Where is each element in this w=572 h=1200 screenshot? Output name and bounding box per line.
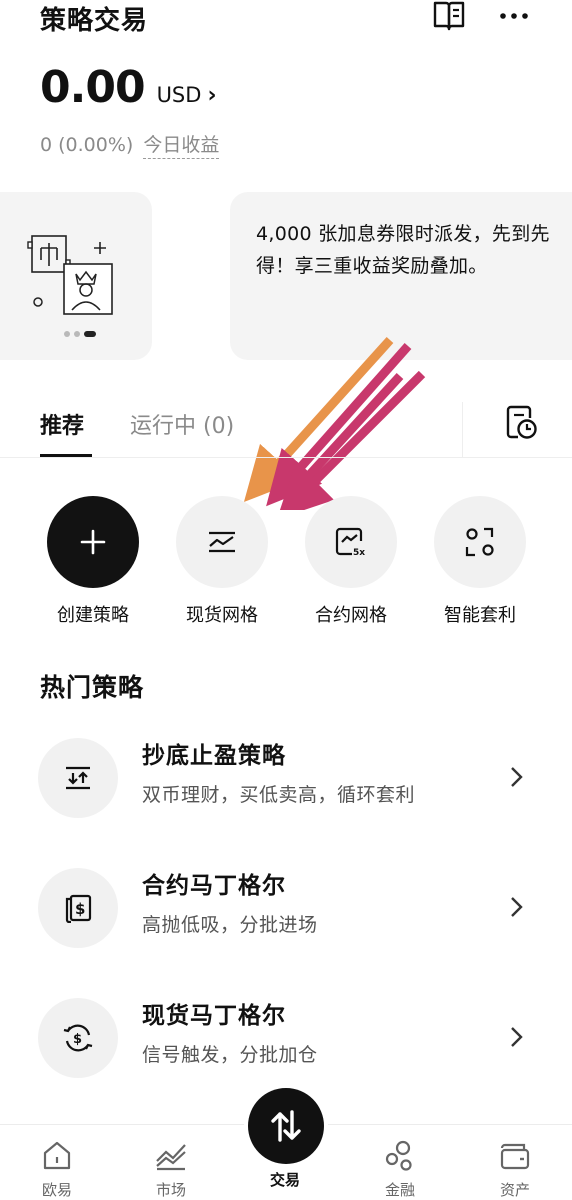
nav-item-home[interactable]: 欧易 (17, 1139, 97, 1200)
svg-text:$: $ (75, 900, 85, 918)
spot-martingale-icon: $ (63, 1024, 93, 1052)
home-icon (43, 1141, 71, 1170)
nav-label: 欧易 (41, 1181, 72, 1199)
promo-banner-card[interactable]: 4,000 张加息券限时派发，先到先得！享三重收益奖励叠加。 (230, 192, 572, 360)
spot-grid-button[interactable]: 现货网格 (176, 496, 268, 626)
svg-text:$: $ (73, 1032, 82, 1047)
chevron-right-icon: › (207, 83, 217, 108)
carousel-indicator (64, 331, 96, 337)
carousel-dot (74, 331, 80, 337)
strategy-desc: 信号触发，分批加仓 (142, 1044, 318, 1066)
active-tab-indicator (40, 454, 92, 457)
book-icon[interactable] (432, 0, 466, 32)
nav-item-market[interactable]: 市场 (131, 1139, 211, 1200)
nav-item-assets[interactable]: 资产 (475, 1139, 555, 1200)
strategy-desc: 双币理财，买低卖高，循环套利 (142, 784, 416, 806)
header: 策略交易 (0, 0, 572, 40)
futures-grid-label: 合约网格 (315, 605, 387, 626)
tab-recommended[interactable]: 推荐 (40, 408, 84, 440)
nav-label: 资产 (499, 1181, 530, 1199)
futures-grid-icon: 5x (335, 527, 365, 558)
tabs-divider (462, 402, 463, 458)
spot-grid-icon (209, 531, 235, 553)
balance-summary[interactable]: 0.00 USD › (40, 62, 217, 113)
create-strategy-circle (47, 496, 139, 588)
tab-running[interactable]: 运行中 (0) (130, 408, 234, 440)
strategy-name: 现货马丁格尔 (142, 1003, 286, 1029)
daily-pnl: 0 (0.00%) 今日收益 (40, 130, 220, 159)
promo-banner-text: 4,000 张加息券限时派发，先到先得！享三重收益奖励叠加。 (256, 223, 550, 277)
create-strategy-button[interactable]: 创建策略 (47, 496, 139, 626)
pnl-label[interactable]: 今日收益 (143, 134, 220, 159)
carousel-dot (64, 331, 70, 337)
arbitrage-circle (434, 496, 526, 588)
nav-item-finance[interactable]: 金融 (360, 1139, 440, 1200)
trade-fab-button[interactable] (248, 1088, 324, 1164)
spot-grid-label: 现货网格 (186, 605, 258, 626)
chevron-right-icon (511, 897, 523, 917)
nav-label: 交易 (269, 1171, 300, 1189)
more-icon[interactable] (498, 2, 530, 30)
plus-icon (80, 529, 106, 555)
futures-grid-button[interactable]: 5x 合约网格 (305, 496, 397, 626)
wallet-icon (500, 1143, 530, 1170)
row-icon-circle (38, 738, 118, 818)
carousel-dot-active (84, 331, 96, 337)
strategy-name: 抄底止盈策略 (142, 743, 286, 769)
pnl-value: 0 (0.00%) (40, 134, 134, 156)
chevron-right-icon (511, 1027, 523, 1047)
balance-value: 0.00 (40, 62, 146, 113)
spot-grid-circle (176, 496, 268, 588)
hot-strategies-title: 热门策略 (40, 673, 145, 702)
create-strategy-label: 创建策略 (57, 605, 129, 626)
strategy-row-futures-martingale[interactable]: $ 合约马丁格尔 高抛低吸，分批进场 (0, 868, 572, 978)
nav-label: 市场 (155, 1181, 186, 1199)
page-title: 策略交易 (40, 6, 149, 36)
strategy-name: 合约马丁格尔 (142, 873, 286, 899)
finance-icon (385, 1140, 412, 1171)
row-icon-circle: $ (38, 868, 118, 948)
market-icon (156, 1144, 186, 1171)
arbitrage-icon (465, 527, 494, 557)
promo-illustration-icon (27, 235, 113, 315)
buy-sell-icon (66, 766, 90, 790)
arbitrage-button[interactable]: 智能套利 (434, 496, 526, 626)
balance-unit: USD (156, 83, 202, 107)
chevron-right-icon (511, 767, 523, 787)
futures-martingale-icon: $ (65, 894, 92, 923)
nav-label: 金融 (384, 1181, 415, 1199)
row-icon-circle: $ (38, 998, 118, 1078)
strategy-row-buy-low[interactable]: 抄底止盈策略 双币理财，买低卖高，循环套利 (0, 738, 572, 848)
strategy-desc: 高抛低吸，分批进场 (142, 914, 318, 936)
trade-icon (271, 1110, 301, 1142)
futures-grid-circle: 5x (305, 496, 397, 588)
strategy-tabs: 推荐 运行中 (0) (0, 400, 572, 458)
svg-text:5x: 5x (353, 548, 365, 558)
history-icon[interactable] (504, 404, 538, 440)
arbitrage-label: 智能套利 (444, 605, 516, 626)
